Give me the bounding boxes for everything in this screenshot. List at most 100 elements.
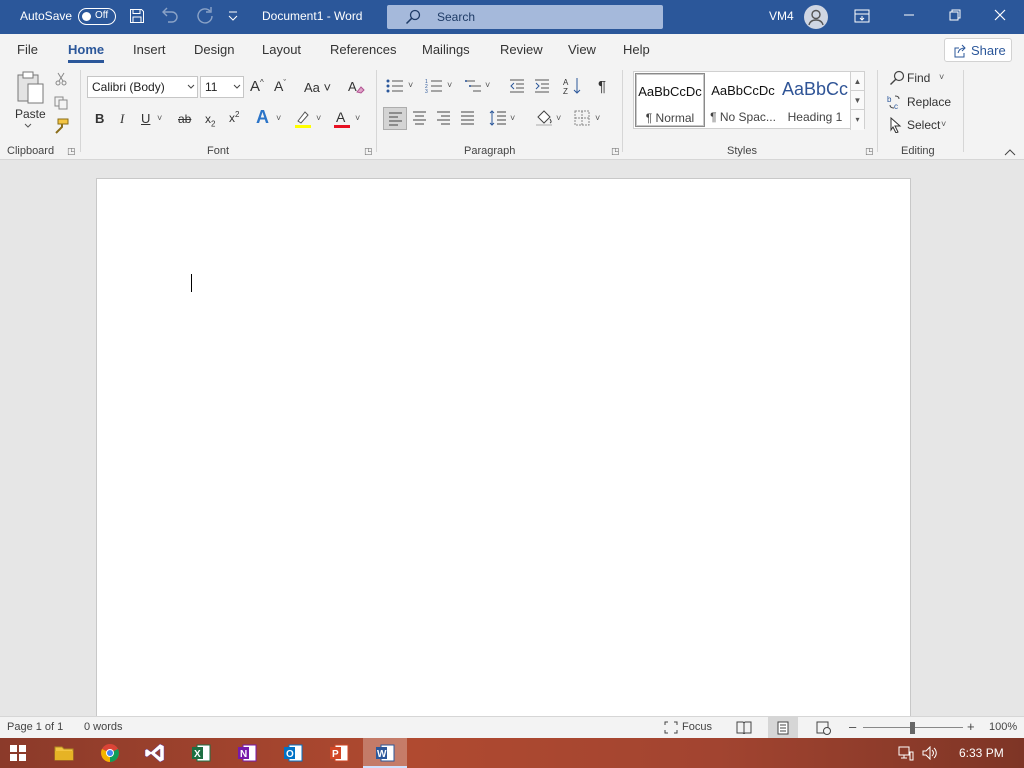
find-button[interactable]: Find ˅: [889, 70, 959, 90]
bullets-dropdown-icon[interactable]: ˅: [408, 80, 413, 90]
format-painter-icon[interactable]: [53, 118, 69, 134]
paste-label[interactable]: Paste: [15, 107, 46, 121]
redo-icon[interactable]: [196, 7, 216, 25]
paste-icon[interactable]: [14, 71, 46, 107]
highlight-color-icon[interactable]: [294, 109, 312, 129]
subscript-button[interactable]: x2: [205, 112, 215, 128]
onenote-icon[interactable]: N: [235, 741, 259, 765]
font-color-dropdown-icon[interactable]: ˅: [355, 113, 360, 123]
borders-dropdown-icon[interactable]: ˅: [595, 113, 600, 123]
align-left-button[interactable]: [383, 107, 407, 130]
change-case-button[interactable]: Aa ˅: [304, 80, 331, 95]
align-center-icon[interactable]: [412, 111, 427, 125]
font-color-icon[interactable]: A: [333, 109, 351, 129]
superscript-button[interactable]: x2: [229, 110, 239, 125]
style-no-spacing[interactable]: AaBbCcDc ¶ No Spac...: [708, 73, 778, 127]
shrink-font-icon[interactable]: Aˇ: [274, 78, 286, 94]
more-styles-icon[interactable]: ▾: [851, 110, 864, 129]
numbering-icon[interactable]: 123: [425, 78, 443, 94]
zoom-in-icon[interactable]: +: [967, 719, 975, 734]
italic-button[interactable]: I: [120, 111, 124, 127]
font-size-combo[interactable]: 11: [200, 76, 244, 98]
paragraph-launcher-icon[interactable]: ◳: [611, 146, 620, 157]
close-icon[interactable]: [994, 9, 1006, 21]
tab-insert[interactable]: Insert: [133, 42, 166, 57]
tab-help[interactable]: Help: [623, 42, 650, 57]
increase-indent-icon[interactable]: [534, 79, 550, 93]
bullets-icon[interactable]: [386, 79, 404, 93]
tab-home[interactable]: Home: [68, 42, 105, 63]
user-name[interactable]: VM4: [769, 9, 794, 23]
show-formatting-marks-icon[interactable]: ¶: [598, 78, 606, 95]
chevron-down-icon[interactable]: ▼: [851, 91, 864, 110]
zoom-out-icon[interactable]: –: [849, 719, 856, 734]
customize-toolbar-icon[interactable]: [228, 10, 238, 22]
chevron-up-icon[interactable]: ▲: [851, 72, 864, 91]
paste-dropdown-icon[interactable]: [24, 123, 32, 129]
undo-icon[interactable]: [158, 7, 180, 25]
text-effects-icon[interactable]: A: [256, 107, 269, 128]
word-icon[interactable]: W: [373, 741, 397, 765]
search-box[interactable]: Search: [387, 5, 663, 29]
visual-studio-icon[interactable]: [143, 741, 167, 765]
restore-icon[interactable]: [949, 9, 961, 21]
save-icon[interactable]: [129, 8, 145, 24]
clipboard-launcher-icon[interactable]: ◳: [67, 146, 76, 157]
highlight-dropdown-icon[interactable]: ˅: [316, 113, 321, 123]
excel-icon[interactable]: X: [189, 741, 213, 765]
styles-launcher-icon[interactable]: ◳: [865, 146, 874, 157]
multilevel-list-icon[interactable]: [464, 78, 482, 94]
volume-icon[interactable]: [922, 746, 938, 760]
align-right-icon[interactable]: [436, 111, 451, 125]
tab-layout[interactable]: Layout: [262, 42, 301, 57]
copy-icon[interactable]: [54, 96, 68, 110]
cut-icon[interactable]: [54, 72, 68, 86]
underline-dropdown-icon[interactable]: ˅: [157, 113, 162, 123]
multilevel-dropdown-icon[interactable]: ˅: [485, 80, 490, 90]
select-button[interactable]: Select ˅: [889, 116, 959, 136]
tab-design[interactable]: Design: [194, 42, 234, 57]
zoom-level[interactable]: 100%: [989, 721, 1017, 733]
web-layout-icon[interactable]: [816, 721, 832, 735]
underline-button[interactable]: U: [141, 111, 150, 126]
tab-view[interactable]: View: [568, 42, 596, 57]
page-count[interactable]: Page 1 of 1: [7, 721, 63, 733]
numbering-dropdown-icon[interactable]: ˅: [447, 80, 452, 90]
outlook-icon[interactable]: O: [281, 741, 305, 765]
read-mode-icon[interactable]: [736, 721, 752, 734]
font-launcher-icon[interactable]: ◳: [364, 146, 373, 157]
tab-review[interactable]: Review: [500, 42, 543, 57]
system-clock[interactable]: 6:33 PM: [959, 746, 1004, 760]
word-count[interactable]: 0 words: [84, 721, 123, 733]
print-layout-icon[interactable]: [777, 721, 789, 735]
document-page[interactable]: [96, 178, 911, 716]
tab-file[interactable]: File: [17, 42, 38, 57]
chrome-icon[interactable]: [98, 741, 122, 765]
collapse-ribbon-icon[interactable]: [1004, 148, 1016, 156]
borders-icon[interactable]: [574, 110, 590, 126]
bold-button[interactable]: B: [95, 111, 104, 126]
minimize-icon[interactable]: [903, 8, 915, 22]
clear-formatting-icon[interactable]: A: [347, 78, 365, 96]
replace-button[interactable]: bc Replace: [887, 93, 957, 113]
tab-references[interactable]: References: [330, 42, 396, 57]
user-avatar-icon[interactable]: [804, 5, 828, 29]
font-name-combo[interactable]: Calibri (Body): [87, 76, 198, 98]
file-explorer-icon[interactable]: [52, 741, 76, 765]
justify-icon[interactable]: [460, 111, 475, 125]
network-icon[interactable]: [898, 746, 914, 761]
sort-icon[interactable]: AZ: [563, 77, 583, 95]
shading-icon[interactable]: [535, 109, 553, 127]
text-effects-dropdown-icon[interactable]: ˅: [276, 113, 281, 123]
windows-start-icon[interactable]: [10, 745, 26, 761]
zoom-slider-thumb[interactable]: [910, 722, 915, 734]
grow-font-icon[interactable]: A^: [250, 78, 264, 95]
styles-scrollbar[interactable]: ▲ ▼ ▾: [850, 72, 864, 130]
ribbon-display-options-icon[interactable]: [854, 9, 870, 23]
style-normal[interactable]: AaBbCcDc ¶ Normal: [635, 73, 705, 127]
autosave-toggle[interactable]: Off: [78, 8, 116, 25]
shading-dropdown-icon[interactable]: ˅: [556, 113, 561, 123]
line-spacing-dropdown-icon[interactable]: ˅: [510, 113, 515, 123]
share-button[interactable]: Share: [944, 38, 1012, 62]
strikethrough-button[interactable]: ab: [178, 112, 191, 126]
